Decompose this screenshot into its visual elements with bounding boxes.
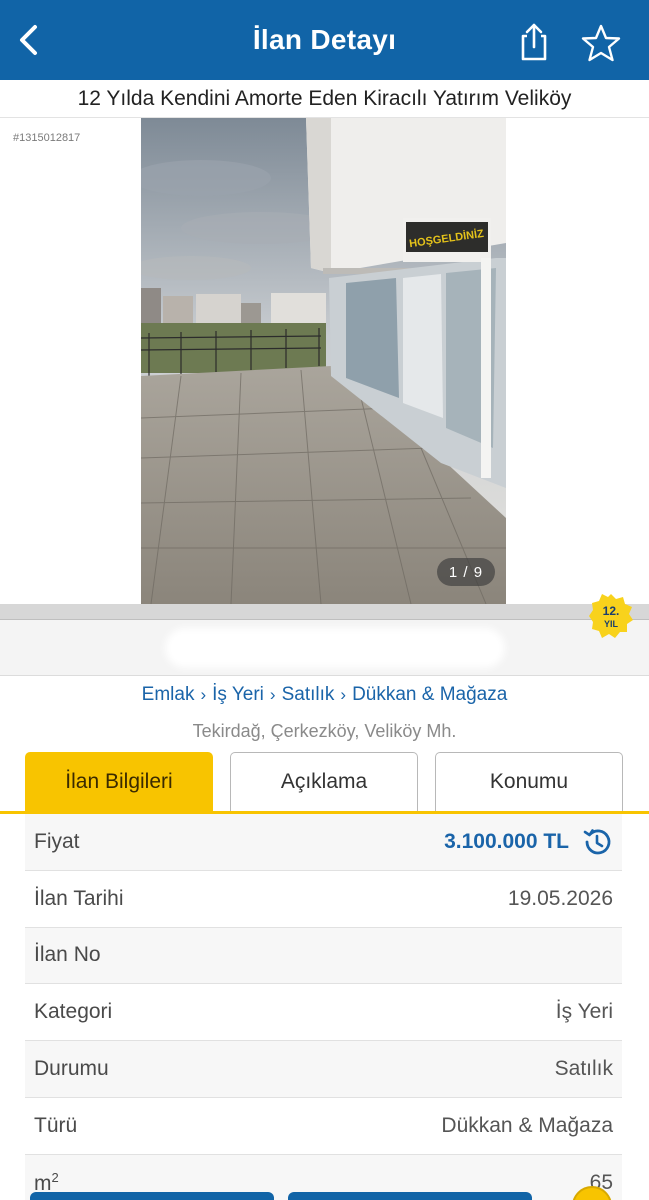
price-value: 3.100.000 TL — [444, 829, 569, 853]
badge-year-label: YIL — [604, 619, 619, 629]
price-history-button[interactable] — [581, 826, 613, 858]
membership-year-badge: 12. YIL — [587, 592, 635, 640]
listing-id: #1315012817 — [13, 132, 81, 144]
call-button[interactable] — [30, 1192, 274, 1200]
breadcrumb-separator: › — [269, 685, 276, 704]
status-label: Durumu — [34, 1057, 109, 1081]
info-row-price: Fiyat 3.100.000 TL — [25, 814, 622, 871]
info-row-status: Durumu Satılık — [25, 1041, 622, 1098]
info-row-type: Türü Dükkan & Mağaza — [25, 1097, 622, 1155]
photo-counter: 1 / 9 — [437, 558, 495, 586]
tab-ilan-bilgileri[interactable]: İlan Bilgileri — [25, 752, 213, 811]
breadcrumb-item-is-yeri[interactable]: İş Yeri — [212, 684, 264, 706]
area-unit-exponent: 2 — [51, 1169, 59, 1185]
top-app-bar: İlan Detayı — [0, 0, 649, 80]
category-label: Kategori — [34, 1000, 113, 1024]
location-text: Tekirdağ, Çerkezköy, Veliköy Mh. — [192, 720, 457, 741]
photo-divider — [0, 604, 649, 620]
photo-gallery[interactable]: #1315012817 HOŞGELDİNİZ 1 / 9 — [0, 118, 649, 604]
price-label: Fiyat — [34, 829, 80, 853]
tab-konumu[interactable]: Konumu — [435, 752, 623, 811]
status-value: Satılık — [554, 1057, 613, 1081]
breadcrumb-separator: › — [340, 685, 347, 704]
badge-year-number: 12. — [603, 604, 620, 618]
seller-info[interactable] — [0, 620, 649, 676]
info-row-listing-no: İlan No — [25, 927, 622, 985]
star-outline-icon — [581, 24, 621, 62]
type-value: Dükkan & Mağaza — [441, 1113, 613, 1137]
listing-photo[interactable]: HOŞGELDİNİZ 1 / 9 — [141, 118, 506, 604]
seller-name-redacted — [165, 628, 505, 668]
listing-no-label: İlan No — [34, 943, 101, 967]
listing-info-table: Fiyat 3.100.000 TL İlan Tarihi 19.05.202… — [25, 814, 622, 1200]
detail-tabs: İlan Bilgileri Açıklama Konumu — [0, 752, 649, 814]
listing-title: 12 Yılda Kendini Amorte Eden Kiracılı Ya… — [0, 80, 649, 118]
breadcrumb-item-satilik[interactable]: Satılık — [282, 684, 335, 706]
date-label: İlan Tarihi — [34, 886, 124, 910]
category-value: İş Yeri — [555, 1000, 613, 1024]
share-icon — [521, 23, 547, 61]
page-title: İlan Detayı — [252, 24, 397, 55]
info-row-category: Kategori İş Yeri — [25, 984, 622, 1042]
breadcrumb-item-emlak[interactable]: Emlak — [142, 684, 195, 706]
info-row-date: İlan Tarihi 19.05.2026 — [25, 870, 622, 928]
favorite-button[interactable] — [578, 20, 624, 66]
price-history-icon — [583, 829, 611, 855]
type-label: Türü — [34, 1113, 78, 1137]
tab-aciklama[interactable]: Açıklama — [230, 752, 418, 811]
listing-detail-screen: İlan Detayı 12 Yılda Kendini Amorte Eden… — [0, 0, 649, 1200]
message-button[interactable] — [288, 1192, 532, 1200]
breadcrumb-separator: › — [200, 685, 207, 704]
date-value: 19.05.2026 — [507, 886, 613, 910]
share-button[interactable] — [512, 20, 556, 64]
back-button[interactable] — [8, 18, 52, 62]
breadcrumb-item-dukkan-magaza[interactable]: Dükkan & Mağaza — [352, 684, 507, 706]
chevron-left-icon — [20, 25, 37, 55]
breadcrumb: Emlak › İş Yeri › Satılık › Dükkan & Mağ… — [0, 678, 649, 712]
